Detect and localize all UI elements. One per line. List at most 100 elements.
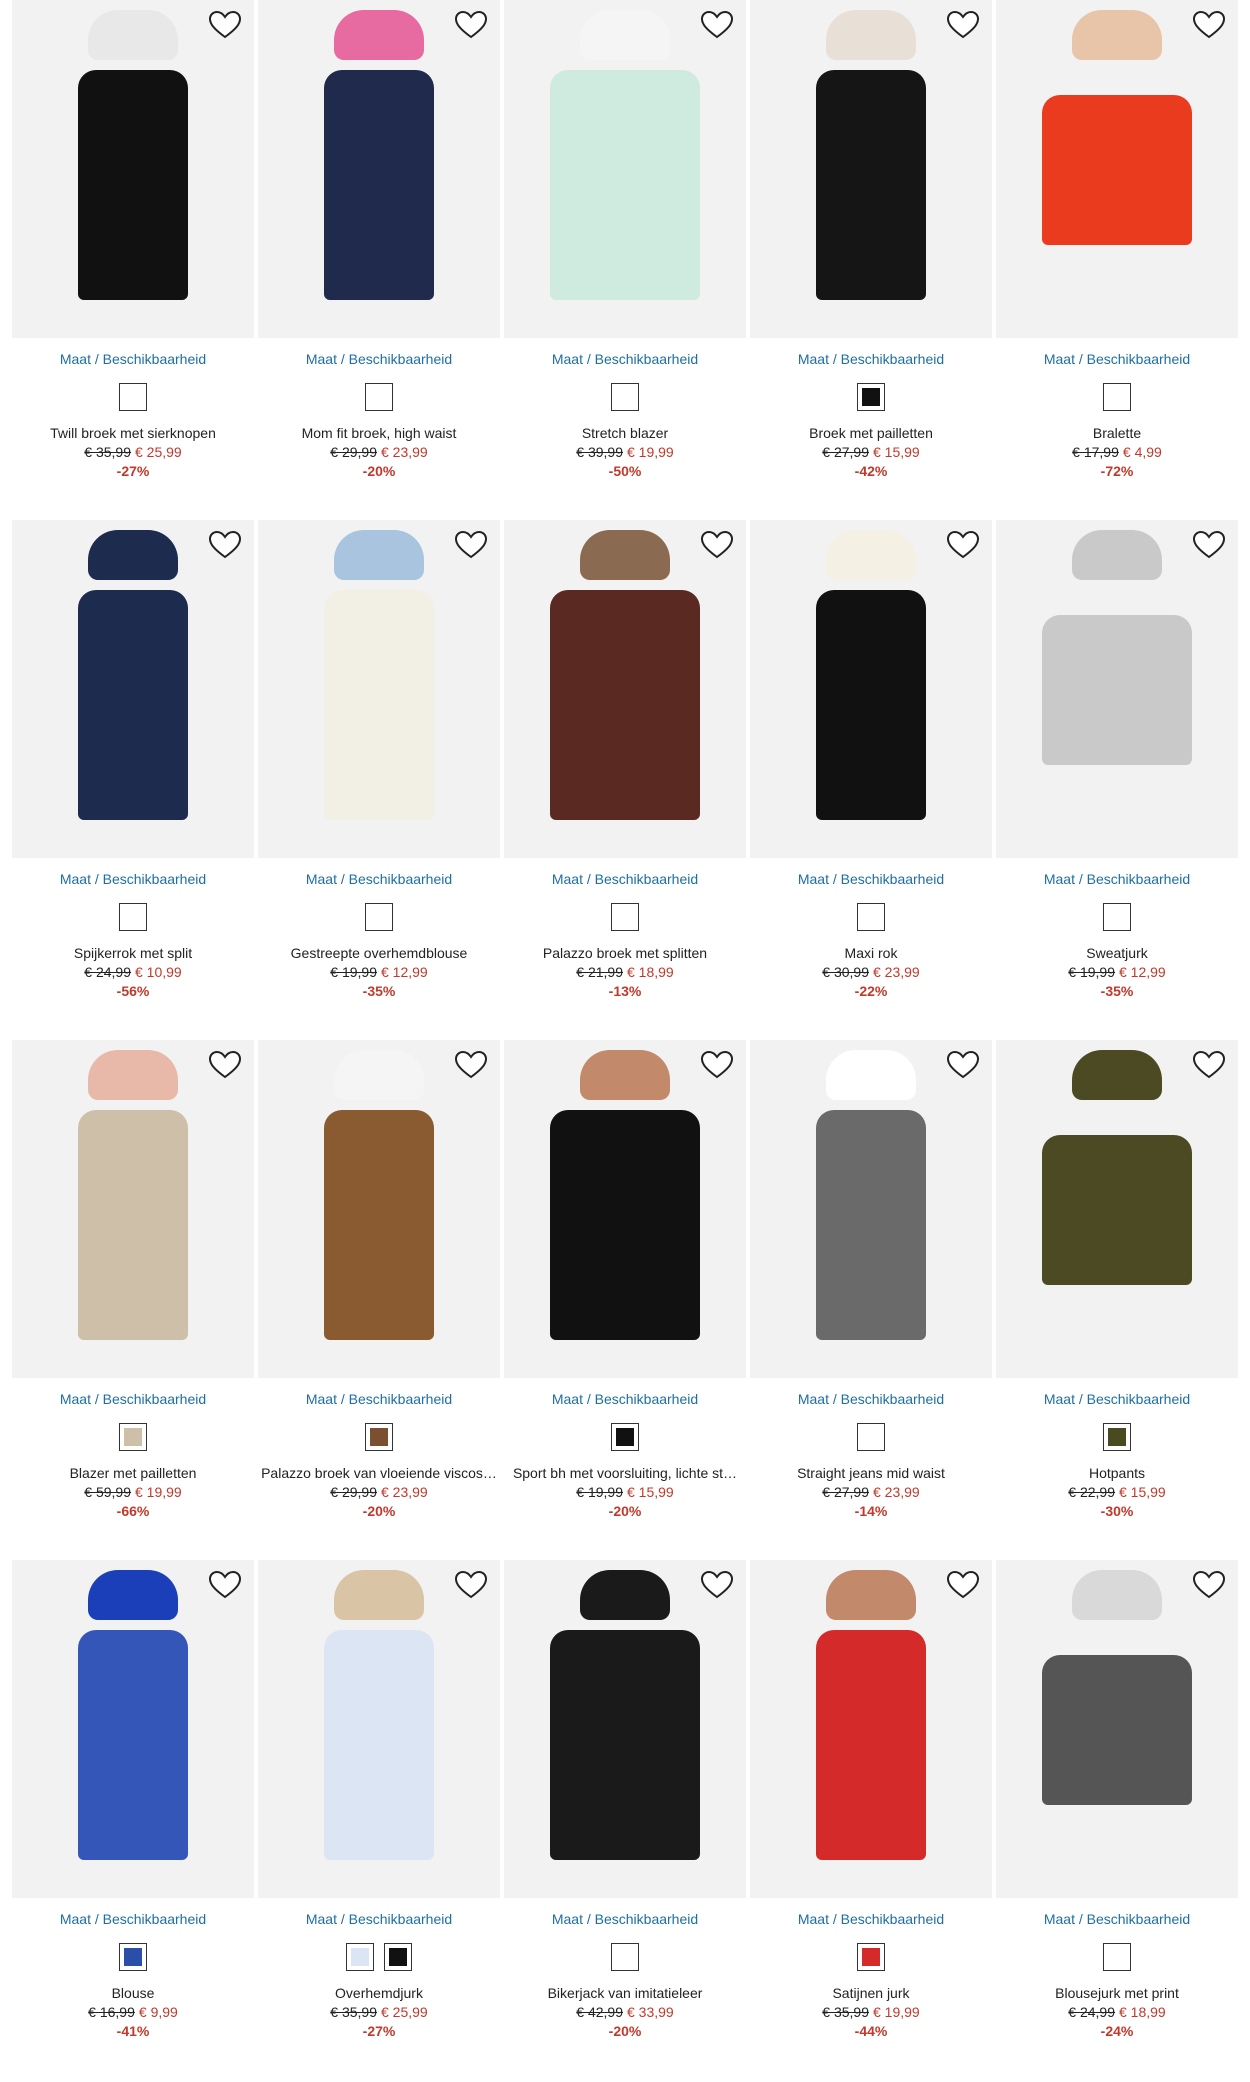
product-image[interactable] [258, 520, 500, 858]
color-swatch[interactable] [857, 1423, 885, 1451]
wishlist-heart-icon[interactable] [208, 1050, 242, 1080]
product-image[interactable] [996, 520, 1238, 858]
product-name[interactable]: Overhemdjurk [258, 1985, 500, 2001]
size-availability-link[interactable]: Maat / Beschikbaarheid [12, 351, 254, 367]
size-availability-link[interactable]: Maat / Beschikbaarheid [504, 1911, 746, 1927]
color-swatch[interactable] [1103, 1943, 1131, 1971]
color-swatch[interactable] [857, 383, 885, 411]
product-image[interactable] [504, 520, 746, 858]
product-image[interactable] [258, 1040, 500, 1378]
product-card[interactable]: Maat / Beschikbaarheid Sweatjurk € 19,99 € … [996, 520, 1238, 1040]
size-availability-link[interactable]: Maat / Beschikbaarheid [750, 1911, 992, 1927]
size-availability-link[interactable]: Maat / Beschikbaarheid [996, 351, 1238, 367]
product-card[interactable]: Maat / Beschikbaarheid Mom fit broek, hig… [258, 0, 500, 520]
product-name[interactable]: Palazzo broek van vloeiende viscos… [258, 1465, 500, 1481]
wishlist-heart-icon[interactable] [1192, 1570, 1226, 1600]
product-name[interactable]: Satijnen jurk [750, 1985, 992, 2001]
color-swatch[interactable] [365, 383, 393, 411]
product-image[interactable] [750, 0, 992, 338]
size-availability-link[interactable]: Maat / Beschikbaarheid [996, 1911, 1238, 1927]
color-swatch[interactable] [857, 903, 885, 931]
wishlist-heart-icon[interactable] [208, 530, 242, 560]
product-image[interactable] [12, 1560, 254, 1898]
product-image[interactable] [258, 1560, 500, 1898]
color-swatch[interactable] [1103, 903, 1131, 931]
size-availability-link[interactable]: Maat / Beschikbaarheid [12, 1911, 254, 1927]
color-swatch[interactable] [119, 1943, 147, 1971]
wishlist-heart-icon[interactable] [700, 1050, 734, 1080]
product-card[interactable]: Maat / Beschikbaarheid Blouse € 16,99 € 9,9… [12, 1560, 254, 2080]
size-availability-link[interactable]: Maat / Beschikbaarheid [258, 1911, 500, 1927]
wishlist-heart-icon[interactable] [208, 10, 242, 40]
color-swatch[interactable] [611, 1943, 639, 1971]
product-image[interactable] [504, 1040, 746, 1378]
product-name[interactable]: Sport bh met voorsluiting, lichte st… [504, 1465, 746, 1481]
color-swatch[interactable] [611, 903, 639, 931]
product-name[interactable]: Twill broek met sierknopen [12, 425, 254, 441]
product-card[interactable]: Maat / Beschikbaarheid Stretch blazer € 39… [504, 0, 746, 520]
wishlist-heart-icon[interactable] [946, 10, 980, 40]
product-card[interactable]: Maat / Beschikbaarheid Bralette € 17,99 € 4… [996, 0, 1238, 520]
product-image[interactable] [12, 520, 254, 858]
wishlist-heart-icon[interactable] [208, 1570, 242, 1600]
product-name[interactable]: Stretch blazer [504, 425, 746, 441]
product-card[interactable]: Maat / Beschikbaarheid Gestreepte overhem… [258, 520, 500, 1040]
size-availability-link[interactable]: Maat / Beschikbaarheid [996, 1391, 1238, 1407]
product-card[interactable]: Maat / Beschikbaarheid Maxi rok € 30,99 € 2… [750, 520, 992, 1040]
product-name[interactable]: Blouse [12, 1985, 254, 2001]
product-image[interactable] [750, 1560, 992, 1898]
product-name[interactable]: Bikerjack van imitatieleer [504, 1985, 746, 2001]
color-swatch[interactable] [857, 1943, 885, 1971]
product-name[interactable]: Blousejurk met print [996, 1985, 1238, 2001]
product-image[interactable] [750, 520, 992, 858]
wishlist-heart-icon[interactable] [1192, 1050, 1226, 1080]
size-availability-link[interactable]: Maat / Beschikbaarheid [504, 871, 746, 887]
size-availability-link[interactable]: Maat / Beschikbaarheid [750, 351, 992, 367]
product-name[interactable]: Sweatjurk [996, 945, 1238, 961]
product-card[interactable]: Maat / Beschikbaarheid Hotpants € 22,99 € 1… [996, 1040, 1238, 1560]
wishlist-heart-icon[interactable] [700, 10, 734, 40]
color-swatch[interactable] [611, 1423, 639, 1451]
size-availability-link[interactable]: Maat / Beschikbaarheid [504, 1391, 746, 1407]
product-name[interactable]: Bralette [996, 425, 1238, 441]
size-availability-link[interactable]: Maat / Beschikbaarheid [750, 1391, 992, 1407]
color-swatch[interactable] [119, 903, 147, 931]
size-availability-link[interactable]: Maat / Beschikbaarheid [12, 1391, 254, 1407]
product-card[interactable]: Maat / Beschikbaarheid Palazzo broek van … [258, 1040, 500, 1560]
product-name[interactable]: Maxi rok [750, 945, 992, 961]
wishlist-heart-icon[interactable] [1192, 530, 1226, 560]
product-card[interactable]: Maat / Beschikbaarheid Palazzo broek met … [504, 520, 746, 1040]
color-swatch[interactable] [119, 1423, 147, 1451]
wishlist-heart-icon[interactable] [946, 1570, 980, 1600]
color-swatch[interactable] [119, 383, 147, 411]
product-card[interactable]: Maat / Beschikbaarheid Spijkerrok met spl… [12, 520, 254, 1040]
product-name[interactable]: Hotpants [996, 1465, 1238, 1481]
wishlist-heart-icon[interactable] [454, 530, 488, 560]
wishlist-heart-icon[interactable] [454, 1050, 488, 1080]
product-image[interactable] [996, 1040, 1238, 1378]
color-swatch[interactable] [365, 903, 393, 931]
size-availability-link[interactable]: Maat / Beschikbaarheid [996, 871, 1238, 887]
color-swatch[interactable] [611, 383, 639, 411]
product-image[interactable] [996, 0, 1238, 338]
product-name[interactable]: Straight jeans mid waist [750, 1465, 992, 1481]
product-card[interactable]: Maat / Beschikbaarheid Satijnen jurk € 35,… [750, 1560, 992, 2080]
color-swatch[interactable] [1103, 1423, 1131, 1451]
size-availability-link[interactable]: Maat / Beschikbaarheid [258, 351, 500, 367]
color-swatch[interactable] [384, 1943, 412, 1971]
product-card[interactable]: Maat / Beschikbaarheid Straight jeans mid… [750, 1040, 992, 1560]
product-image[interactable] [12, 0, 254, 338]
product-card[interactable]: Maat / Beschikbaarheid Blazer met paillet… [12, 1040, 254, 1560]
product-name[interactable]: Gestreepte overhemdblouse [258, 945, 500, 961]
size-availability-link[interactable]: Maat / Beschikbaarheid [504, 351, 746, 367]
product-image[interactable] [258, 0, 500, 338]
product-name[interactable]: Broek met pailletten [750, 425, 992, 441]
product-name[interactable]: Spijkerrok met split [12, 945, 254, 961]
wishlist-heart-icon[interactable] [454, 10, 488, 40]
wishlist-heart-icon[interactable] [700, 1570, 734, 1600]
product-card[interactable]: Maat / Beschikbaarheid Overhemdjurk € 35,9… [258, 1560, 500, 2080]
product-name[interactable]: Mom fit broek, high waist [258, 425, 500, 441]
color-swatch[interactable] [1103, 383, 1131, 411]
wishlist-heart-icon[interactable] [946, 1050, 980, 1080]
product-name[interactable]: Palazzo broek met splitten [504, 945, 746, 961]
